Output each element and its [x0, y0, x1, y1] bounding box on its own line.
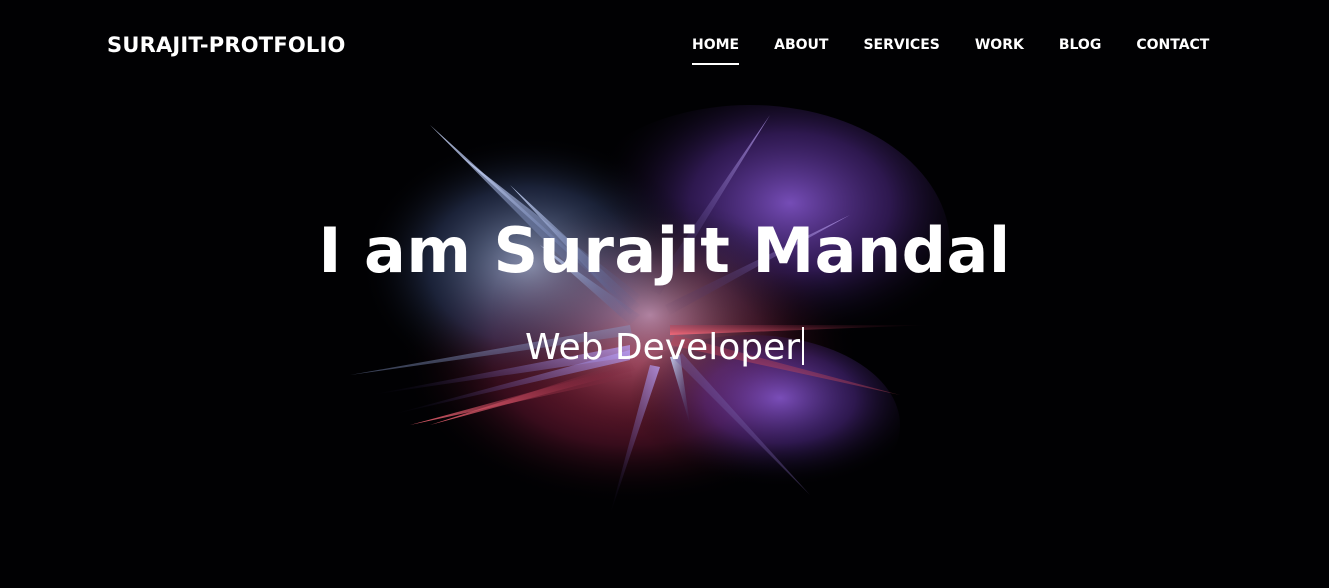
top-navbar: SURAJIT-PROTFOLIO HOME ABOUT SERVICES WO… — [0, 0, 1329, 90]
nav-item-home[interactable]: HOME — [692, 37, 740, 65]
color-explosion-background — [330, 95, 950, 535]
hero-page: SURAJIT-PROTFOLIO HOME ABOUT SERVICES WO… — [0, 0, 1329, 588]
nav-item-blog[interactable]: BLOG — [1059, 37, 1102, 53]
main-menu: HOME ABOUT SERVICES WORK BLOG CONTACT — [692, 37, 1209, 65]
nav-item-work[interactable]: WORK — [975, 37, 1024, 53]
nav-item-contact[interactable]: CONTACT — [1136, 37, 1209, 53]
typed-role-text: Web Developer — [524, 327, 801, 368]
typing-cursor — [802, 327, 805, 365]
nav-item-services[interactable]: SERVICES — [863, 37, 939, 53]
hero-subtitle: Web Developer — [0, 326, 1329, 369]
nav-item-about[interactable]: ABOUT — [774, 37, 828, 53]
hero-title: I am Surajit Mandal — [318, 214, 1011, 287]
explosion-art — [350, 105, 950, 515]
brand-logo-link[interactable]: SURAJIT-PROTFOLIO — [107, 33, 346, 57]
